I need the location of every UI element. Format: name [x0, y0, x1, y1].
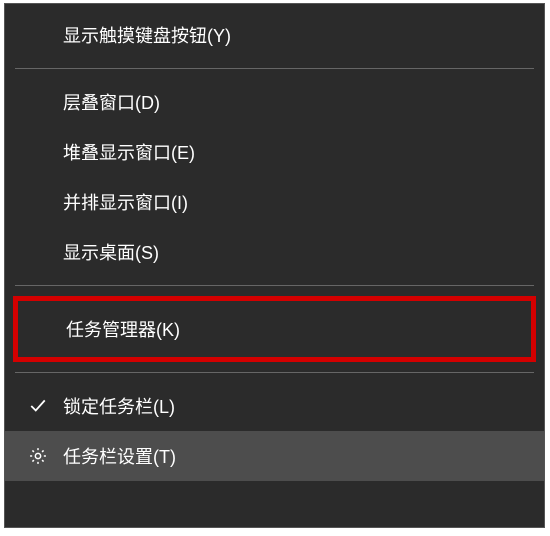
taskbar-context-menu: 显示触摸键盘按钮(Y) 层叠窗口(D) 堆叠显示窗口(E) 并排显示窗口(I) … [4, 3, 545, 528]
checkmark-icon [27, 395, 49, 417]
menu-item-task-manager[interactable]: 任务管理器(K) [21, 304, 528, 354]
menu-item-side-by-side-windows[interactable]: 并排显示窗口(I) [5, 177, 544, 227]
menu-separator [15, 285, 534, 286]
menu-item-show-desktop[interactable]: 显示桌面(S) [5, 227, 544, 277]
menu-item-label: 并排显示窗口(I) [63, 189, 188, 215]
menu-item-stacked-windows[interactable]: 堆叠显示窗口(E) [5, 127, 544, 177]
menu-separator [15, 68, 534, 69]
menu-item-label: 堆叠显示窗口(E) [63, 139, 195, 165]
highlight-box: 任务管理器(K) [13, 296, 536, 362]
menu-separator [15, 372, 534, 373]
menu-item-label: 层叠窗口(D) [63, 89, 160, 115]
menu-item-show-touch-keyboard[interactable]: 显示触摸键盘按钮(Y) [5, 10, 544, 60]
menu-item-label: 任务管理器(K) [66, 316, 180, 342]
menu-item-label: 显示触摸键盘按钮(Y) [63, 22, 231, 48]
menu-item-cascade-windows[interactable]: 层叠窗口(D) [5, 77, 544, 127]
menu-item-lock-taskbar[interactable]: 锁定任务栏(L) [5, 381, 544, 431]
menu-item-label: 锁定任务栏(L) [63, 393, 175, 419]
menu-item-label: 任务栏设置(T) [63, 443, 176, 469]
menu-item-taskbar-settings[interactable]: 任务栏设置(T) [5, 431, 544, 481]
gear-icon [27, 445, 49, 467]
menu-item-label: 显示桌面(S) [63, 239, 159, 265]
